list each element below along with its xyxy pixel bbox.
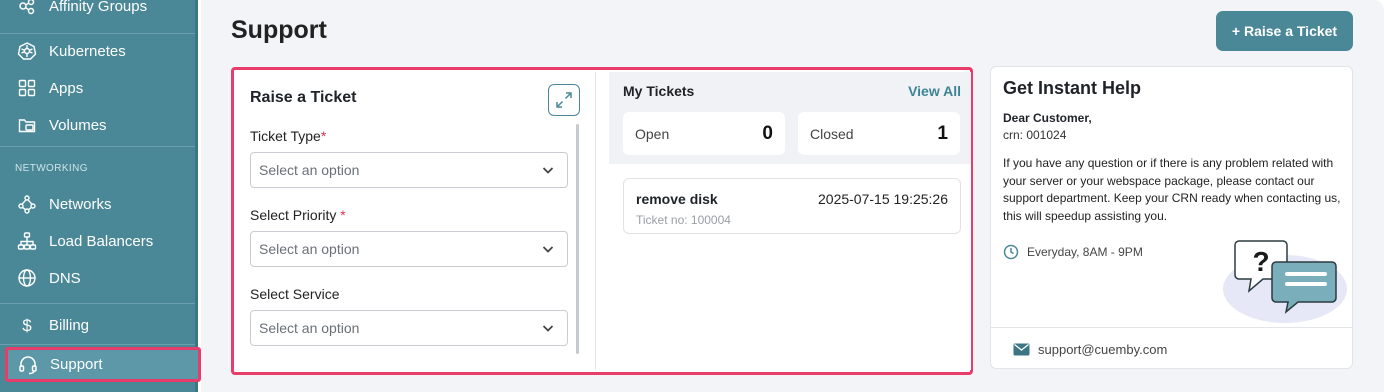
chevron-down-icon [542, 246, 554, 253]
svg-text:$: $ [22, 316, 32, 335]
sidebar-item-networks[interactable]: Networks [0, 186, 195, 222]
clock-icon [1003, 244, 1019, 260]
ticket-number: Ticket no: 100004 [636, 213, 731, 227]
closed-count: 1 [937, 122, 948, 144]
ticket-type-label: Ticket Type* [250, 128, 326, 144]
sidebar-item-label: Affinity Groups [49, 0, 148, 15]
load-balancers-icon [17, 231, 37, 251]
sidebar-divider [0, 146, 195, 147]
sidebar-item-label: Apps [49, 79, 84, 97]
closed-label: Closed [810, 125, 854, 142]
select-placeholder: Select an option [259, 162, 360, 178]
headset-icon [18, 355, 38, 375]
ticket-item[interactable]: remove disk 2025-07-15 19:25:26 Ticket n… [623, 178, 961, 234]
priority-select[interactable]: Select an option [250, 231, 568, 267]
form-scrollbar[interactable] [576, 124, 579, 354]
my-tickets-title: My Tickets [623, 83, 695, 99]
help-greeting: Dear Customer, [1003, 111, 1092, 125]
sidebar-item-label: DNS [49, 269, 81, 287]
service-label: Select Service [250, 286, 339, 302]
sidebar-item-load-balancers[interactable]: Load Balancers [0, 223, 195, 259]
sidebar-divider [0, 344, 195, 345]
required-marker: * [340, 207, 346, 223]
field-label-text: Select Service [250, 286, 340, 302]
support-chat-illustration: ? [1223, 240, 1347, 323]
email-text: support@cuemby.com [1038, 342, 1168, 357]
sidebar-item-volumes[interactable]: Volumes [0, 107, 195, 143]
main-content: Support + Raise a Ticket Raise a Ticket … [201, 0, 1384, 392]
raise-ticket-button[interactable]: + Raise a Ticket [1216, 11, 1353, 51]
sidebar-item-label: Networks [49, 195, 112, 213]
help-crn: crn: 001024 [1003, 128, 1067, 142]
sidebar-item-label: Volumes [49, 116, 107, 134]
view-all-link[interactable]: View All [908, 83, 961, 99]
globe-icon [17, 268, 37, 288]
open-count: 0 [762, 122, 773, 144]
page-title: Support [231, 16, 327, 44]
sidebar-item-billing[interactable]: $ Billing [0, 307, 195, 343]
closed-tickets-stat[interactable]: Closed 1 [798, 112, 960, 155]
sidebar: Affinity Groups Kubernetes Apps Volumes … [0, 0, 201, 392]
field-label-text: Select Priority [250, 207, 337, 223]
raise-ticket-form: Raise a Ticket Ticket Type* Select an op… [236, 72, 596, 370]
ticket-type-select[interactable]: Select an option [250, 152, 568, 188]
chevron-down-icon [542, 167, 554, 174]
sidebar-item-label: Support [50, 356, 103, 373]
sidebar-item-apps[interactable]: Apps [0, 70, 195, 106]
mail-icon [1013, 343, 1030, 356]
dollar-icon: $ [17, 315, 37, 335]
support-email[interactable]: support@cuemby.com [1013, 342, 1167, 357]
priority-label: Select Priority * [250, 207, 346, 223]
hours-text: Everyday, 8AM - 9PM [1027, 245, 1143, 259]
open-tickets-stat[interactable]: Open 0 [623, 112, 785, 155]
sidebar-item-kubernetes[interactable]: Kubernetes [0, 33, 195, 69]
my-tickets-card: My Tickets View All Open 0 Closed 1 remo… [609, 72, 971, 370]
kubernetes-icon [17, 41, 37, 61]
help-title: Get Instant Help [1003, 78, 1142, 98]
chevron-down-icon [542, 325, 554, 332]
expand-icon [556, 92, 572, 108]
sidebar-item-label: Billing [49, 316, 90, 334]
support-hours: Everyday, 8AM - 9PM [1003, 244, 1143, 260]
instant-help-card: Get Instant Help Dear Customer, crn: 001… [990, 66, 1353, 369]
networks-icon [17, 194, 37, 214]
sidebar-item-affinity-groups[interactable]: Affinity Groups [0, 0, 195, 24]
field-label-text: Ticket Type [250, 128, 321, 144]
ticket-date: 2025-07-15 19:25:26 [818, 191, 948, 207]
affinity-groups-icon [17, 0, 37, 16]
apps-grid-icon [17, 78, 37, 98]
sidebar-item-dns[interactable]: DNS [0, 260, 195, 296]
sidebar-item-label: Load Balancers [49, 232, 154, 250]
select-placeholder: Select an option [259, 320, 360, 336]
sidebar-divider [0, 303, 195, 304]
expand-button[interactable] [548, 84, 580, 116]
help-body: If you have any question or if there is … [1003, 156, 1341, 223]
sidebar-item-support[interactable]: Support [5, 347, 201, 382]
tickets-summary: My Tickets View All Open 0 Closed 1 [609, 72, 971, 164]
open-label: Open [635, 125, 670, 142]
volumes-icon [17, 115, 37, 135]
form-title: Raise a Ticket [250, 89, 357, 106]
support-highlight-panel: Raise a Ticket Ticket Type* Select an op… [231, 67, 973, 375]
select-placeholder: Select an option [259, 241, 360, 257]
help-divider [991, 327, 1352, 328]
sidebar-item-label: Kubernetes [49, 42, 126, 60]
service-select[interactable]: Select an option [250, 310, 568, 346]
required-marker: * [320, 128, 327, 144]
svg-text:?: ? [1252, 246, 1269, 277]
sidebar-section-networking: NETWORKING [15, 163, 88, 174]
ticket-name: remove disk [636, 191, 718, 207]
